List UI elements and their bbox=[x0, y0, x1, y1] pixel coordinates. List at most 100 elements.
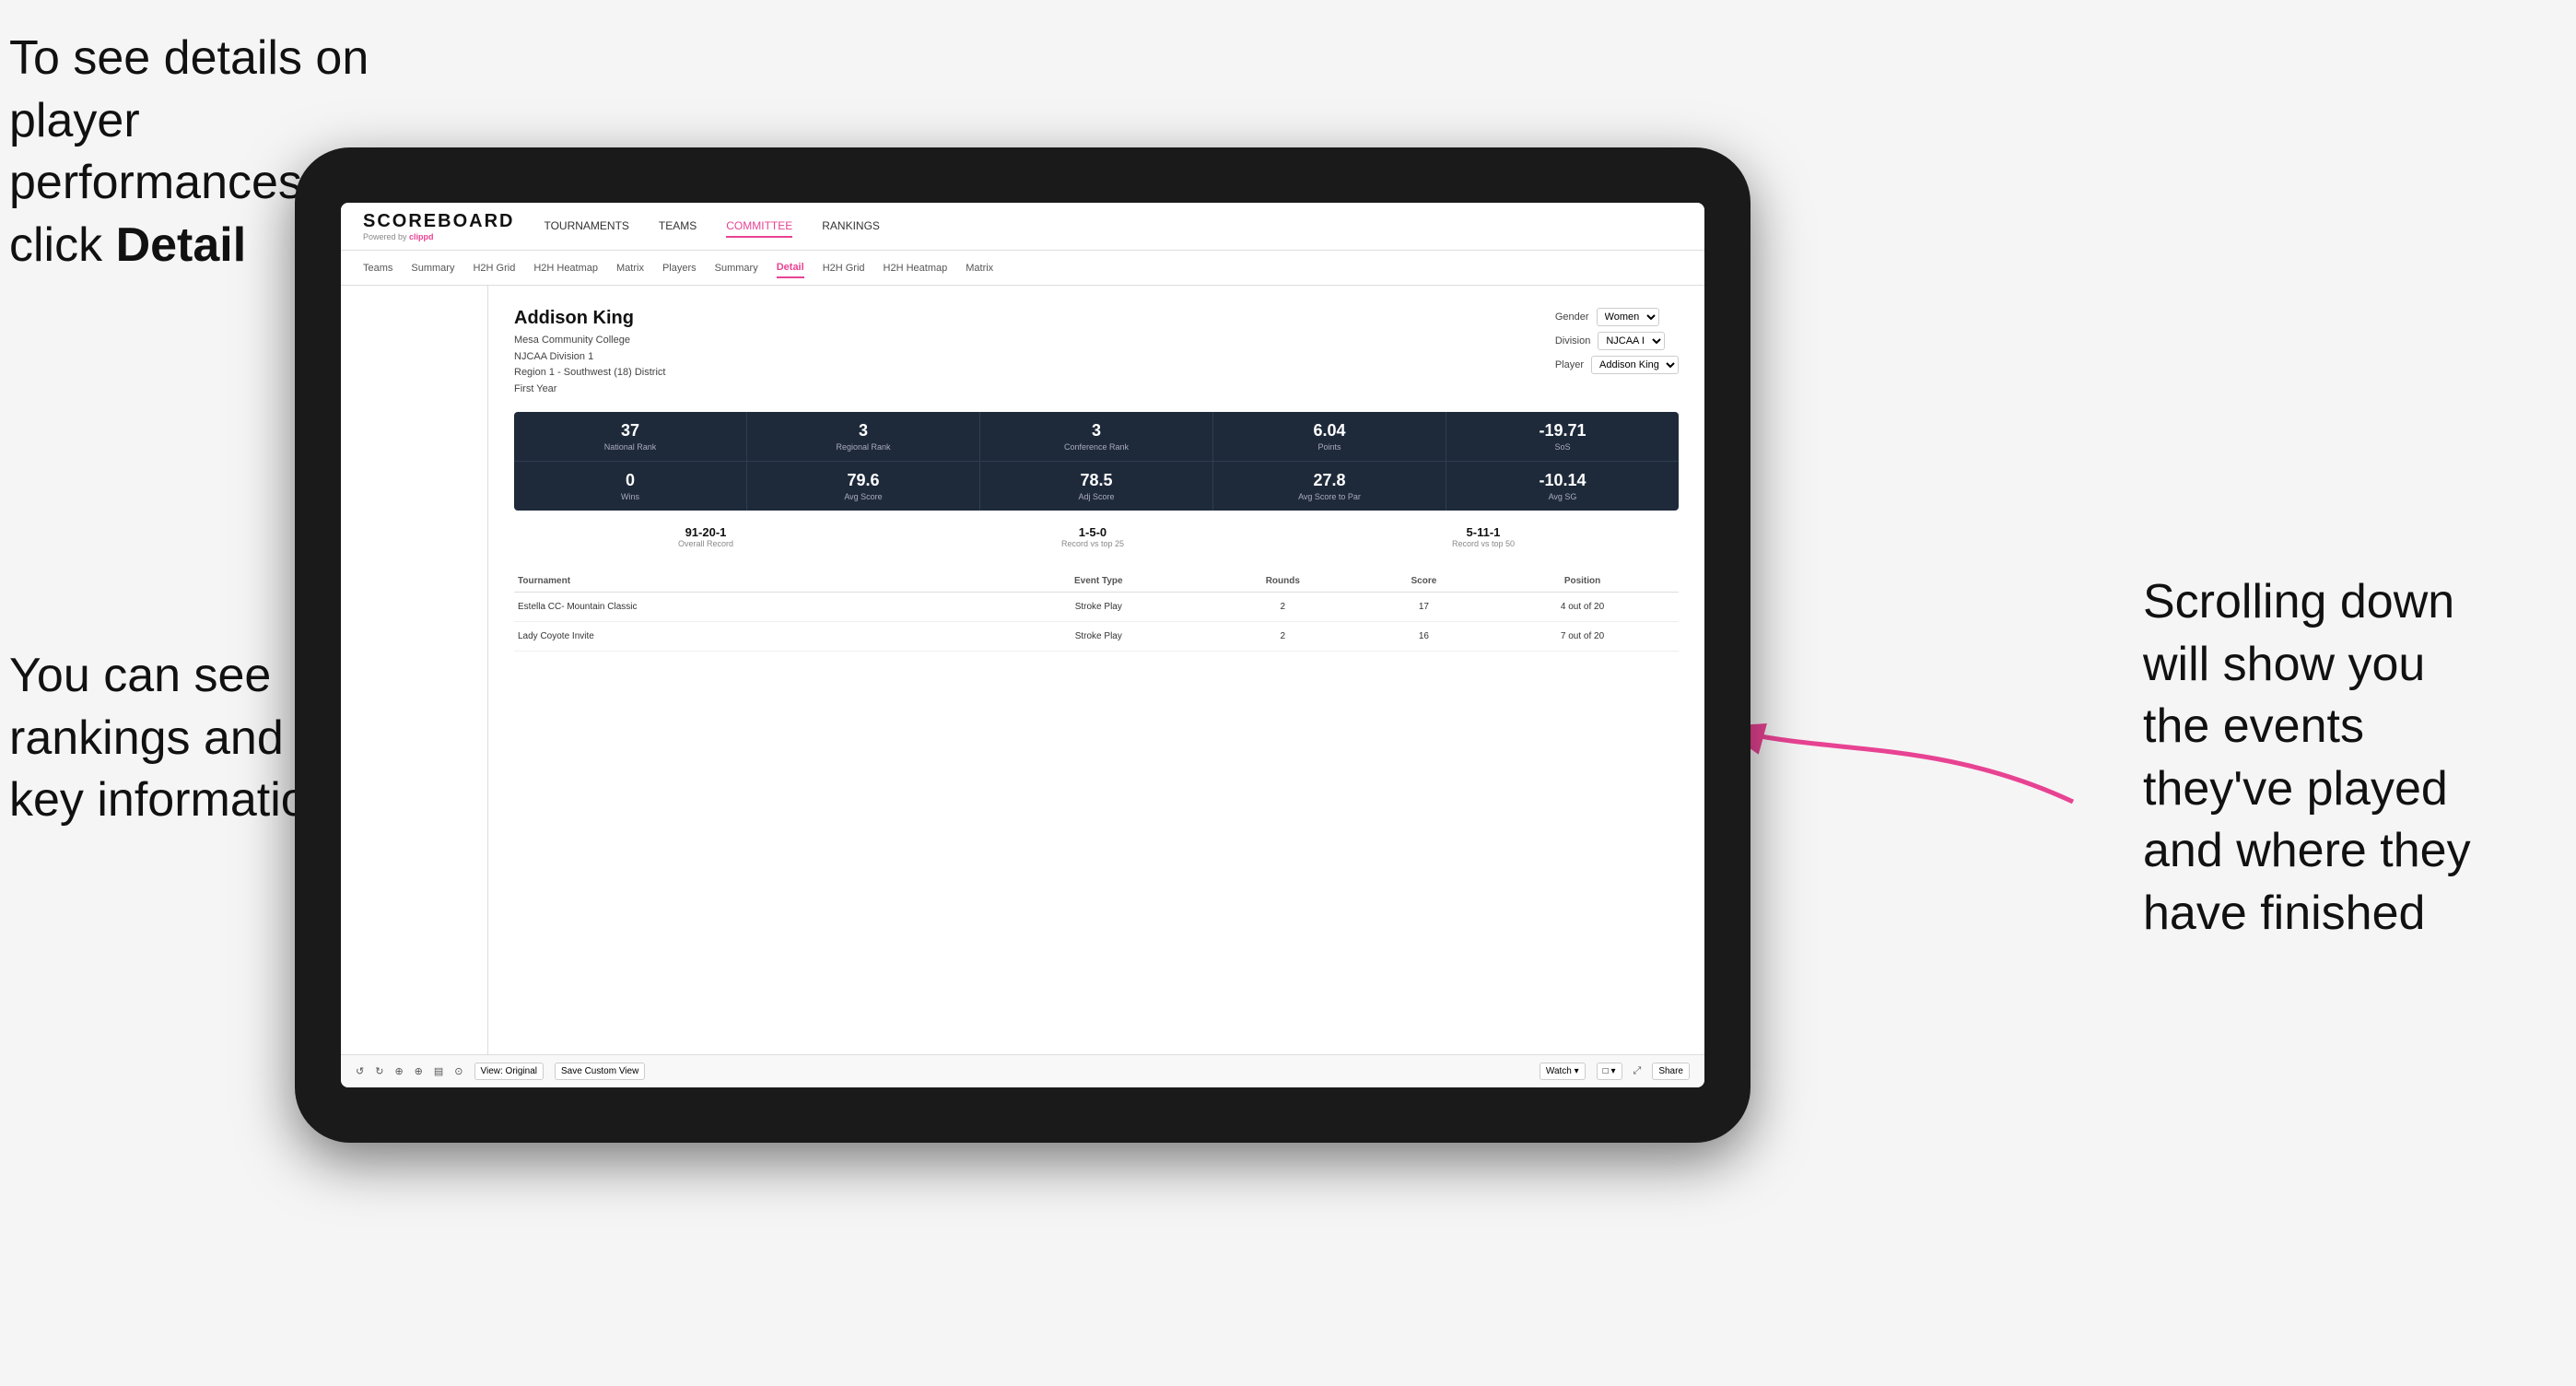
view-original-button[interactable]: View: Original bbox=[474, 1063, 544, 1080]
stat-wins: 0 Wins bbox=[514, 462, 747, 511]
subnav-detail[interactable]: Detail bbox=[777, 258, 804, 278]
event2-type: Stroke Play bbox=[993, 622, 1204, 652]
nav-rankings[interactable]: RANKINGS bbox=[822, 216, 880, 238]
division-label: Division bbox=[1555, 335, 1591, 346]
event1-tournament: Estella CC- Mountain Classic bbox=[514, 593, 993, 622]
event1-score: 17 bbox=[1362, 593, 1486, 622]
event1-rounds: 2 bbox=[1204, 593, 1362, 622]
national-rank-value: 37 bbox=[520, 421, 741, 440]
player-name: Addison King bbox=[514, 308, 665, 329]
points-label: Points bbox=[1219, 442, 1440, 452]
subnav-h2h-heatmap2[interactable]: H2H Heatmap bbox=[884, 259, 948, 277]
player-selectors: Gender Women Division NJCAA I bbox=[1555, 308, 1679, 374]
nav-tournaments[interactable]: TOURNAMENTS bbox=[544, 216, 628, 238]
avg-score-value: 79.6 bbox=[753, 471, 974, 490]
record-overall: 91-20-1 Overall Record bbox=[678, 525, 733, 548]
avg-score-to-par-label: Avg Score to Par bbox=[1219, 492, 1440, 501]
record-overall-value: 91-20-1 bbox=[678, 525, 733, 539]
stat-avg-score-to-par: 27.8 Avg Score to Par bbox=[1213, 462, 1446, 511]
event1-type: Stroke Play bbox=[993, 593, 1204, 622]
events-table: Tournament Event Type Rounds Score Posit… bbox=[514, 570, 1679, 652]
record-top25-value: 1-5-0 bbox=[1061, 525, 1124, 539]
tool2-icon[interactable]: ⊕ bbox=[415, 1065, 423, 1077]
save-custom-view-button[interactable]: Save Custom View bbox=[555, 1063, 645, 1080]
subnav-h2h-grid[interactable]: H2H Grid bbox=[473, 259, 515, 277]
subnav-teams[interactable]: Teams bbox=[363, 259, 392, 277]
record-top50-value: 5-11-1 bbox=[1452, 525, 1515, 539]
expand-icon[interactable]: ⤢ bbox=[1633, 1065, 1642, 1077]
save-custom-view-label: Save Custom View bbox=[561, 1066, 638, 1076]
event2-tournament: Lady Coyote Invite bbox=[514, 622, 993, 652]
share-button[interactable]: Share bbox=[1652, 1063, 1690, 1080]
player-info: Addison King Mesa Community College NJCA… bbox=[514, 308, 665, 397]
event2-score: 16 bbox=[1362, 622, 1486, 652]
conference-rank-value: 3 bbox=[986, 421, 1207, 440]
main-content: Addison King Mesa Community College NJCA… bbox=[341, 286, 1704, 1054]
col-rounds: Rounds bbox=[1204, 570, 1362, 593]
stat-avg-score: 79.6 Avg Score bbox=[747, 462, 980, 511]
national-rank-label: National Rank bbox=[520, 442, 741, 452]
record-overall-label: Overall Record bbox=[678, 539, 733, 548]
logo-scoreboard: SCOREBOARD bbox=[363, 211, 514, 232]
stat-sos: -19.71 SoS bbox=[1446, 412, 1679, 461]
avg-score-label: Avg Score bbox=[753, 492, 974, 501]
adj-score-value: 78.5 bbox=[986, 471, 1207, 490]
col-event-type: Event Type bbox=[993, 570, 1204, 593]
sos-label: SoS bbox=[1452, 442, 1673, 452]
subnav-matrix2[interactable]: Matrix bbox=[966, 259, 993, 277]
sub-nav: Teams Summary H2H Grid H2H Heatmap Matri… bbox=[341, 251, 1704, 286]
avg-sg-label: Avg SG bbox=[1452, 492, 1673, 501]
stat-points: 6.04 Points bbox=[1213, 412, 1446, 461]
subnav-summary2[interactable]: Summary bbox=[715, 259, 758, 277]
stats-row-2: 0 Wins 79.6 Avg Score 78.5 Adj Score 2 bbox=[514, 462, 1679, 511]
event2-rounds: 2 bbox=[1204, 622, 1362, 652]
col-score: Score bbox=[1362, 570, 1486, 593]
subnav-h2h-grid2[interactable]: H2H Grid bbox=[823, 259, 865, 277]
tool1-icon[interactable]: ⊕ bbox=[394, 1065, 403, 1077]
subnav-matrix[interactable]: Matrix bbox=[616, 259, 644, 277]
tool3-icon[interactable]: ▤ bbox=[434, 1065, 443, 1077]
player-division: NJCAA Division 1 bbox=[514, 349, 665, 366]
player-select[interactable]: Addison King bbox=[1591, 356, 1679, 374]
undo-icon[interactable]: ↺ bbox=[356, 1065, 364, 1077]
stat-conference-rank: 3 Conference Rank bbox=[980, 412, 1213, 461]
division-select[interactable]: NJCAA I bbox=[1598, 332, 1665, 350]
record-top25-label: Record vs top 25 bbox=[1061, 539, 1124, 548]
wins-label: Wins bbox=[520, 492, 741, 501]
records-row: 91-20-1 Overall Record 1-5-0 Record vs t… bbox=[514, 518, 1679, 556]
player-college: Mesa Community College bbox=[514, 333, 665, 349]
gender-select[interactable]: Women bbox=[1597, 308, 1659, 326]
regional-rank-label: Regional Rank bbox=[753, 442, 974, 452]
annotation-right: Scrolling down will show you the events … bbox=[2143, 571, 2567, 946]
avg-score-to-par-value: 27.8 bbox=[1219, 471, 1440, 490]
gender-selector-row: Gender Women bbox=[1555, 308, 1679, 326]
col-tournament: Tournament bbox=[514, 570, 993, 593]
subnav-h2h-heatmap[interactable]: H2H Heatmap bbox=[533, 259, 598, 277]
nav-committee[interactable]: COMMITTEE bbox=[726, 216, 792, 238]
bottom-toolbar: ↺ ↻ ⊕ ⊕ ▤ ⊙ View: Original Save Custom V… bbox=[341, 1054, 1704, 1087]
redo-icon[interactable]: ↻ bbox=[375, 1065, 383, 1077]
player-selector-row: Player Addison King bbox=[1555, 356, 1679, 374]
player-header: Addison King Mesa Community College NJCA… bbox=[514, 308, 1679, 397]
stat-regional-rank: 3 Regional Rank bbox=[747, 412, 980, 461]
logo-powered: Powered by clippd bbox=[363, 232, 514, 241]
view-original-label: View: Original bbox=[481, 1066, 538, 1076]
clock-icon[interactable]: ⊙ bbox=[454, 1065, 463, 1077]
subnav-summary[interactable]: Summary bbox=[411, 259, 454, 277]
event1-position: 4 out of 20 bbox=[1486, 593, 1679, 622]
player-detail: Addison King Mesa Community College NJCA… bbox=[488, 286, 1704, 1054]
watch-label: Watch ▾ bbox=[1546, 1066, 1579, 1076]
event2-position: 7 out of 20 bbox=[1486, 622, 1679, 652]
adj-score-label: Adj Score bbox=[986, 492, 1207, 501]
stat-national-rank: 37 National Rank bbox=[514, 412, 747, 461]
record-top50: 5-11-1 Record vs top 50 bbox=[1452, 525, 1515, 548]
window-button[interactable]: □ ▾ bbox=[1597, 1063, 1622, 1080]
wins-value: 0 bbox=[520, 471, 741, 490]
watch-button[interactable]: Watch ▾ bbox=[1540, 1063, 1586, 1080]
conference-rank-label: Conference Rank bbox=[986, 442, 1207, 452]
tablet: SCOREBOARD Powered by clippd TOURNAMENTS… bbox=[295, 147, 1751, 1143]
subnav-players[interactable]: Players bbox=[662, 259, 697, 277]
nav-teams[interactable]: TEAMS bbox=[659, 216, 697, 238]
avg-sg-value: -10.14 bbox=[1452, 471, 1673, 490]
stats-row-1: 37 National Rank 3 Regional Rank 3 Confe… bbox=[514, 412, 1679, 461]
